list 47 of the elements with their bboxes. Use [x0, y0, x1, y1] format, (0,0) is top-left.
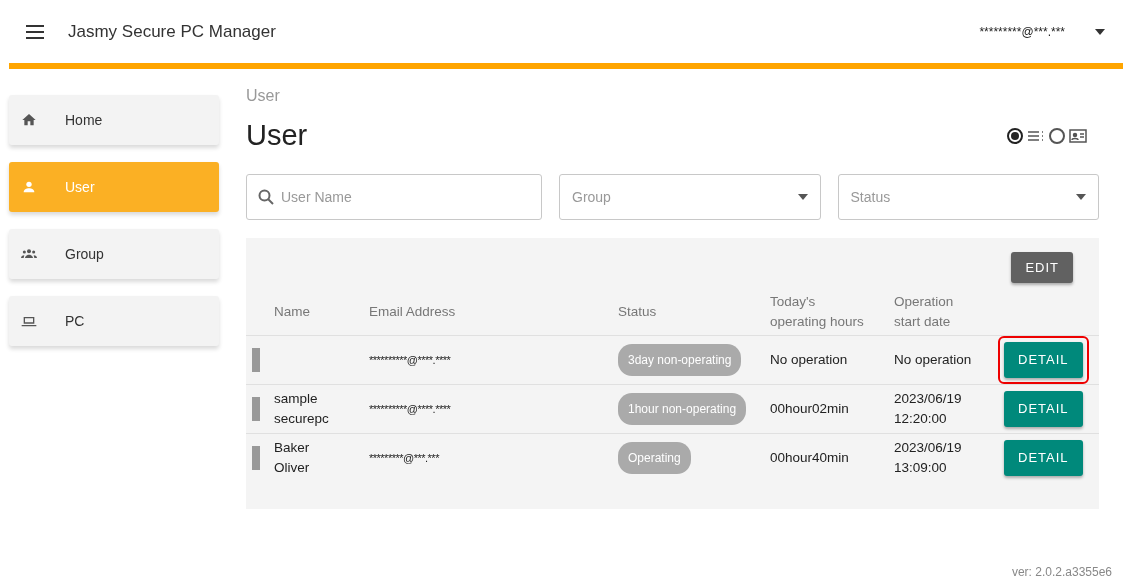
user-icon — [21, 179, 37, 195]
caret-icon — [1076, 194, 1086, 200]
operating-hours: 00hour40min — [770, 450, 849, 465]
status-chip: 1hour non-operating — [618, 393, 747, 425]
operating-hours: 00hour02min — [770, 401, 849, 416]
sidebar-item[interactable]: PC — [9, 296, 219, 346]
home-icon — [21, 112, 37, 128]
radio-button[interactable] — [1007, 127, 1023, 144]
detail-button[interactable]: DETAIL — [1004, 342, 1083, 378]
status-chip: Operating — [618, 442, 691, 474]
detail-button[interactable]: DETAIL — [1004, 440, 1083, 476]
user-name: Baker Oliver — [274, 440, 310, 475]
column-header: Name — [274, 304, 310, 319]
row-indicator — [252, 397, 260, 421]
account-email[interactable]: *********@***.*** — [979, 24, 1065, 39]
detail-button[interactable]: DETAIL — [1004, 391, 1083, 427]
email-text: **********@****.**** — [369, 354, 451, 366]
column-header: Status — [618, 304, 657, 319]
caret-icon[interactable] — [1095, 28, 1105, 35]
status-dropdown[interactable]: Status — [837, 174, 1099, 220]
search-icon — [258, 189, 274, 205]
start-date: No operation — [894, 352, 972, 367]
breadcrumb[interactable]: User — [246, 87, 280, 105]
page-title: User — [246, 119, 308, 152]
row-indicator — [252, 348, 260, 372]
start-date: 2023/06/19 13:09:00 — [894, 440, 962, 475]
column-header: Today's operating hours — [770, 294, 864, 329]
status-chip: 3day non-operating — [618, 344, 742, 376]
sidebar-item[interactable]: Group — [9, 229, 219, 279]
menu-icon[interactable] — [26, 24, 44, 39]
email-text: **********@****.**** — [369, 403, 451, 415]
sidebar-item[interactable]: Home — [9, 95, 219, 145]
start-date: 2023/06/19 12:20:00 — [894, 391, 962, 426]
column-header: Email Address — [369, 304, 456, 319]
radio-button[interactable] — [1049, 127, 1065, 144]
app-title: Jasmy Secure PC Manager — [68, 21, 276, 42]
group-dropdown[interactable]: Group — [559, 174, 821, 220]
id-card-icon[interactable] — [1069, 127, 1087, 144]
edit-button[interactable]: EDIT — [1011, 252, 1073, 283]
search-field[interactable]: User Name — [246, 174, 542, 220]
version-text: ver: 2.0.2.a3355e6 — [1011, 565, 1112, 579]
email-text: *********@***.*** — [369, 452, 439, 464]
user-name: sample securepc — [274, 391, 329, 426]
caret-icon — [797, 194, 808, 200]
column-header: Operation start date — [894, 294, 954, 329]
operating-hours: No operation — [770, 352, 848, 367]
row-indicator — [252, 446, 260, 470]
